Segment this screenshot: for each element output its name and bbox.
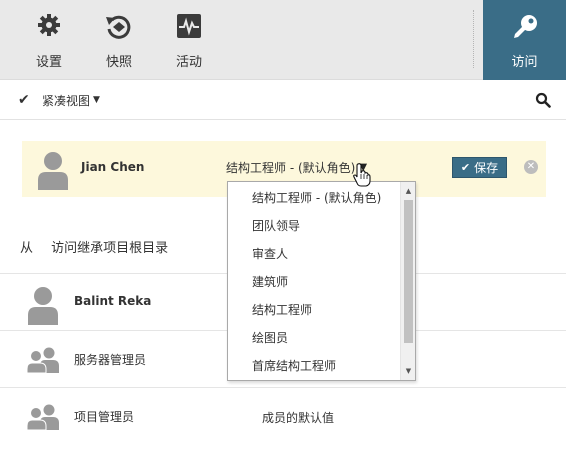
sub-toolbar: ✔ 紧凑视图 ▼ <box>0 80 566 120</box>
role-option[interactable]: 团队领导 <box>252 217 300 234</box>
caret-down-icon: ▼ <box>93 95 100 105</box>
search-icon[interactable] <box>535 92 551 108</box>
activity-icon <box>177 14 201 38</box>
key-icon <box>513 15 537 38</box>
toolbar-separator <box>473 10 474 68</box>
check-icon: ✔ <box>460 161 471 174</box>
snapshot-icon <box>106 15 131 39</box>
toolbar-settings[interactable]: 设置 <box>14 0 84 80</box>
group-avatar-icon <box>26 404 59 430</box>
scroll-down-icon[interactable]: ▼ <box>401 364 416 378</box>
main-toolbar: 设置 快照 活动 访问 <box>0 0 566 80</box>
compact-view-toggle[interactable]: ✔ 紧凑视图 ▼ <box>18 91 100 109</box>
compact-view-label: 紧凑视图 <box>42 93 91 108</box>
user-avatar-icon <box>28 287 58 325</box>
member-role: 成员的默认值 <box>262 411 335 425</box>
toolbar-settings-label: 设置 <box>35 55 62 70</box>
member-name: Jian Chen <box>81 160 145 174</box>
member-name: 项目管理员 <box>74 410 135 424</box>
toolbar-access[interactable]: 访问 <box>483 0 566 80</box>
member-row[interactable]: 项目管理员 成员的默认值 <box>0 387 566 444</box>
inherit-from-label: 从 <box>20 241 34 256</box>
inherit-notice: 从 访问继承项目根目录 <box>20 237 168 256</box>
role-option[interactable]: 结构工程师 - (默认角色) <box>252 189 381 206</box>
dropdown-scrollbar[interactable]: ▲ ▼ <box>400 182 415 380</box>
role-select-value: 结构工程师 - (默认角色) <box>226 160 356 175</box>
user-avatar-icon <box>38 152 68 190</box>
role-option[interactable]: 建筑师 <box>252 273 288 290</box>
toolbar-snapshot[interactable]: 快照 <box>84 0 154 80</box>
role-option[interactable]: 绘图员 <box>252 329 288 346</box>
save-button[interactable]: ✔ 保存 <box>452 157 507 178</box>
role-dropdown-list: 结构工程师 - (默认角色) 团队领导 审查人 建筑师 结构工程师 绘图员 首席… <box>227 181 416 381</box>
inherit-text: 访问继承项目根目录 <box>51 241 169 256</box>
close-icon[interactable]: ✕ <box>524 160 538 174</box>
role-option[interactable]: 首席结构工程师 <box>252 357 336 374</box>
hand-cursor-icon <box>353 163 371 187</box>
toolbar-access-label: 访问 <box>511 55 538 70</box>
member-name: 服务器管理员 <box>74 353 147 367</box>
check-icon: ✔ <box>18 92 30 108</box>
role-select[interactable]: 结构工程师 - (默认角色) ▼ <box>226 157 367 177</box>
role-option[interactable]: 结构工程师 <box>252 301 312 318</box>
scroll-up-icon[interactable]: ▲ <box>401 184 416 198</box>
toolbar-snapshot-label: 快照 <box>105 55 132 70</box>
scrollbar-thumb[interactable] <box>404 200 413 343</box>
toolbar-activity[interactable]: 活动 <box>154 0 224 80</box>
toolbar-activity-label: 活动 <box>175 55 202 70</box>
save-label: 保存 <box>474 161 499 175</box>
group-avatar-icon <box>26 347 59 373</box>
member-name: Balint Reka <box>74 294 152 308</box>
role-option[interactable]: 审查人 <box>252 245 288 262</box>
gear-icon <box>38 14 60 36</box>
